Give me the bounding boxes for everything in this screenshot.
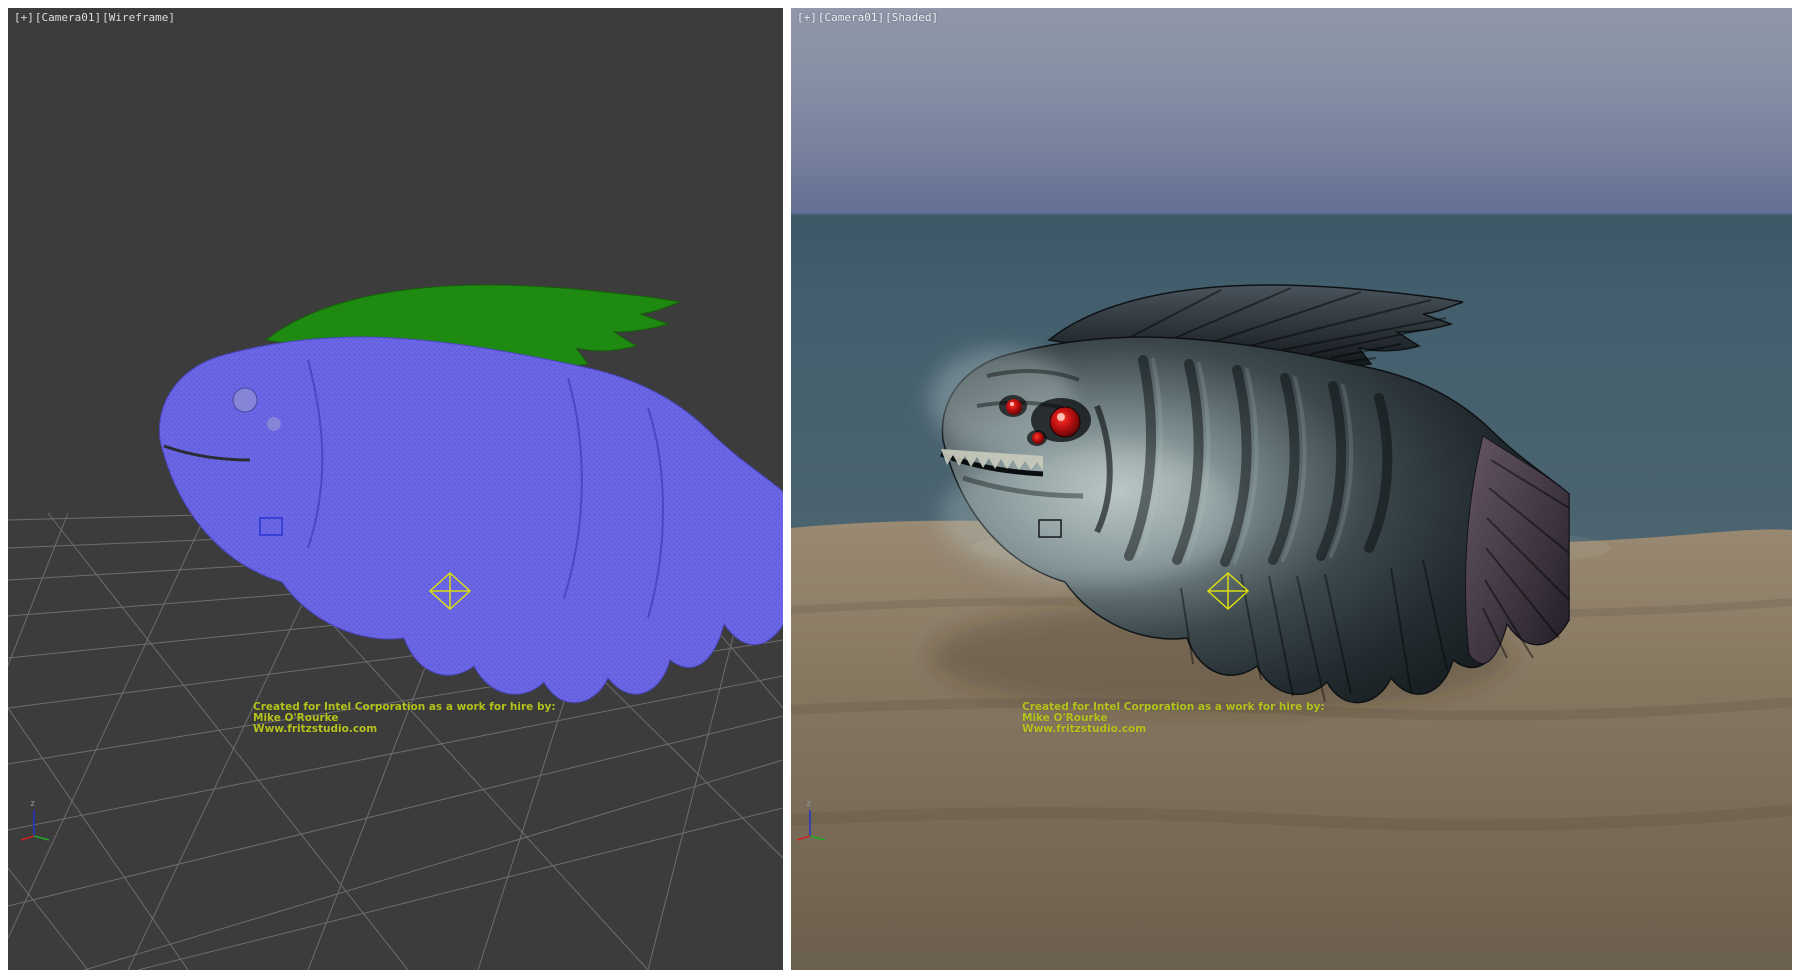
- eye-large: [1050, 407, 1080, 437]
- axis-z-label: z: [806, 799, 811, 809]
- viewport-shaded[interactable]: [+][Camera01][Shaded]: [791, 8, 1792, 970]
- world-axis-icon: z: [20, 796, 60, 842]
- dual-viewport-layout: [+][Camera01][Wireframe]: [0, 0, 1800, 978]
- viewport-label-wireframe: [+][Camera01][Wireframe]: [14, 11, 176, 24]
- viewport-menu-plus[interactable]: [+]: [14, 11, 34, 24]
- world-axis-icon: z: [796, 796, 836, 842]
- eye-small: [1032, 432, 1044, 444]
- viewport-menu-plus[interactable]: [+]: [797, 11, 817, 24]
- viewport-menu-camera[interactable]: [Camera01]: [35, 11, 101, 24]
- viewport-menu-camera[interactable]: [Camera01]: [818, 11, 884, 24]
- axis-z-label: z: [30, 799, 35, 809]
- fish-wireframe[interactable]: [160, 285, 784, 703]
- viewport-label-shaded: [+][Camera01][Shaded]: [797, 11, 939, 24]
- fish-eye-wire: [233, 388, 257, 412]
- fish-eye-wire-small: [267, 417, 281, 431]
- viewport-menu-shading[interactable]: [Shaded]: [885, 11, 938, 24]
- shaded-scene: [791, 8, 1792, 970]
- eye-medium: [1006, 399, 1022, 415]
- viewport-menu-shading[interactable]: [Wireframe]: [102, 11, 175, 24]
- wireframe-scene: [8, 8, 783, 970]
- viewport-wireframe[interactable]: [+][Camera01][Wireframe]: [8, 8, 783, 970]
- tail-fin[interactable]: [1465, 436, 1569, 664]
